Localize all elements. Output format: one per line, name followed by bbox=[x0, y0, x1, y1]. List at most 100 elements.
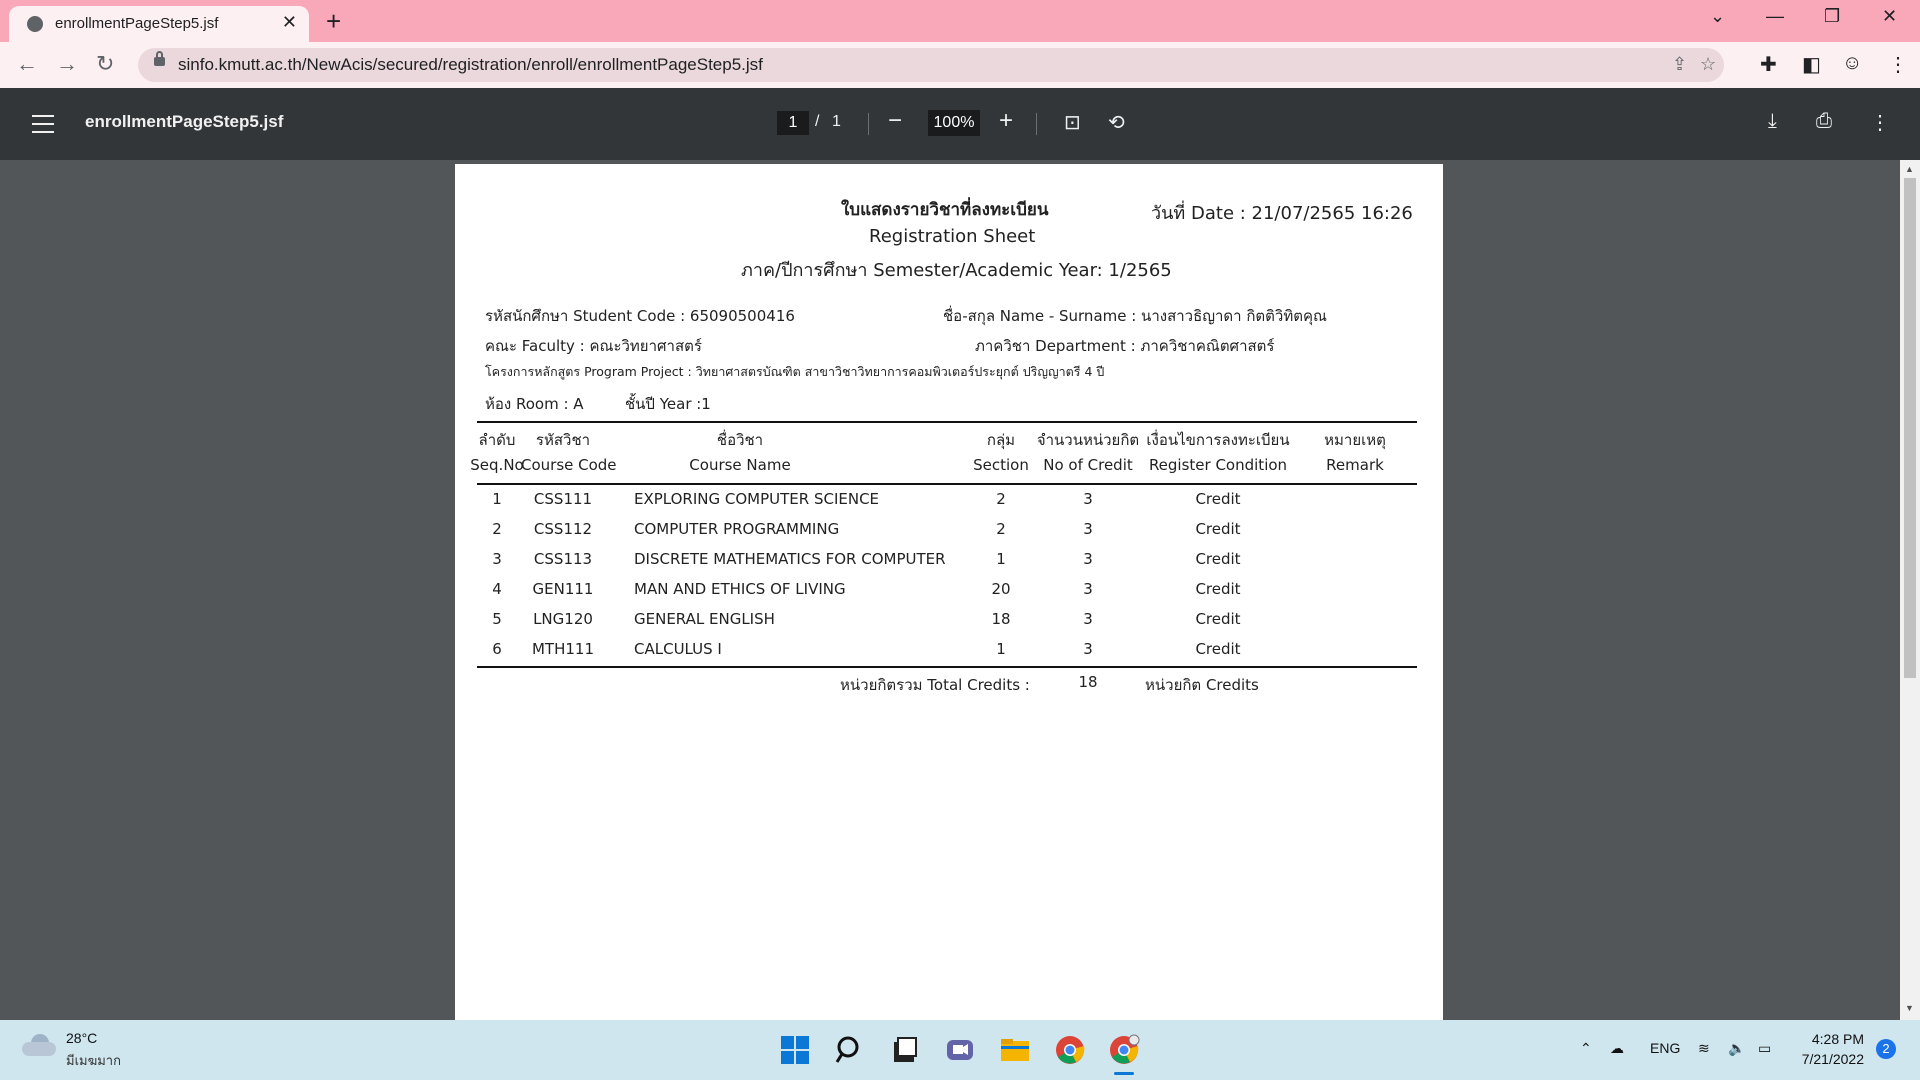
browser-toolbar: ← → ↻ sinfo.kmutt.ac.th/NewAcis/secured/… bbox=[0, 42, 1920, 88]
url-text: sinfo.kmutt.ac.th/NewAcis/secured/regist… bbox=[178, 55, 763, 74]
reload-button[interactable]: ↻ bbox=[96, 51, 114, 77]
header-credit: No of Credit bbox=[1043, 456, 1133, 474]
cell-condition: Credit bbox=[1195, 610, 1241, 628]
table-bottom-rule bbox=[477, 666, 1417, 668]
cloudy-weather-icon[interactable] bbox=[22, 1034, 56, 1056]
zoom-input[interactable]: 100% bbox=[928, 110, 980, 136]
active-app-indicator bbox=[1114, 1072, 1134, 1075]
file-explorer-icon[interactable] bbox=[999, 1034, 1031, 1066]
cell-course-name: CALCULUS I bbox=[634, 640, 722, 658]
total-credits-label: หน่วยกิตรวม Total Credits : bbox=[840, 676, 1030, 694]
cell-course-code: CSS111 bbox=[533, 490, 593, 508]
table-top-rule bbox=[477, 421, 1417, 423]
cell-condition: Credit bbox=[1195, 520, 1241, 538]
teams-chat-icon[interactable] bbox=[944, 1034, 976, 1066]
rotate-icon[interactable]: ⟲ bbox=[1108, 110, 1125, 135]
tab-title: enrollmentPageStep5.jsf bbox=[55, 15, 219, 32]
close-tab-icon[interactable]: ✕ bbox=[282, 12, 297, 33]
zoom-out-button[interactable]: − bbox=[888, 107, 902, 135]
document-title-thai: ใบแสดงรายวิชาที่ลงทะเบียน bbox=[841, 200, 1049, 220]
chrome-icon[interactable] bbox=[1054, 1034, 1086, 1066]
browser-tab[interactable]: enrollmentPageStep5.jsf ✕ bbox=[9, 6, 309, 42]
page-total: 1 bbox=[832, 113, 841, 130]
clock-date[interactable]: 7/21/2022 bbox=[1790, 1051, 1864, 1067]
input-language[interactable]: ENG bbox=[1650, 1040, 1680, 1056]
address-bar[interactable]: sinfo.kmutt.ac.th/NewAcis/secured/regist… bbox=[138, 48, 1724, 82]
cell-credit: 3 bbox=[1083, 520, 1093, 538]
wifi-icon[interactable]: ≋ bbox=[1698, 1040, 1710, 1057]
cell-credit: 3 bbox=[1083, 610, 1093, 628]
zoom-in-button[interactable]: + bbox=[999, 107, 1013, 135]
task-view-icon[interactable] bbox=[888, 1034, 920, 1066]
minimize-button[interactable]: — bbox=[1766, 6, 1784, 27]
battery-icon[interactable]: ▭ bbox=[1758, 1040, 1771, 1057]
volume-icon[interactable]: 🔈 bbox=[1728, 1040, 1745, 1057]
cell-seq: 6 bbox=[492, 640, 502, 658]
toolbar-divider bbox=[868, 113, 869, 135]
tab-search-chevron-icon[interactable]: ⌄ bbox=[1710, 6, 1725, 27]
cell-condition: Credit bbox=[1195, 580, 1241, 598]
program-project: โครงการหลักสูตร Program Project : วิทยาศ… bbox=[485, 364, 1105, 379]
header-name: Course Name bbox=[689, 456, 791, 474]
student-code: รหัสนักศึกษา Student Code : 65090500416 bbox=[485, 307, 795, 325]
bookmark-star-icon[interactable]: ☆ bbox=[1700, 54, 1716, 75]
cell-seq: 4 bbox=[492, 580, 502, 598]
header-section: Section bbox=[973, 456, 1029, 474]
chrome-menu-icon[interactable]: ⋮ bbox=[1888, 52, 1908, 77]
cell-seq: 1 bbox=[492, 490, 502, 508]
header-code: Course Code bbox=[521, 456, 617, 474]
scroll-down-arrow-icon[interactable]: ▼ bbox=[1905, 1003, 1914, 1013]
hamburger-menu-icon[interactable] bbox=[32, 115, 54, 133]
cell-credit: 3 bbox=[1083, 580, 1093, 598]
notification-badge[interactable]: 2 bbox=[1876, 1039, 1896, 1059]
more-options-icon[interactable]: ⋮ bbox=[1870, 110, 1890, 135]
vertical-scrollbar[interactable]: ▲ ▼ bbox=[1900, 160, 1920, 1020]
onedrive-cloud-icon[interactable]: ☁ bbox=[1610, 1040, 1624, 1057]
back-button[interactable]: ← bbox=[16, 51, 38, 77]
scrollbar-thumb[interactable] bbox=[1904, 178, 1916, 678]
cell-course-name: GENERAL ENGLISH bbox=[634, 610, 775, 628]
cell-course-code: LNG120 bbox=[533, 610, 593, 628]
profile-avatar[interactable]: ☺ bbox=[1842, 52, 1862, 75]
print-icon[interactable]: ⎙ bbox=[1816, 110, 1832, 133]
extensions-puzzle-icon[interactable]: ✚ bbox=[1760, 52, 1777, 77]
search-icon[interactable] bbox=[834, 1034, 866, 1066]
cell-course-code: MTH111 bbox=[531, 640, 594, 658]
forward-button[interactable]: → bbox=[56, 51, 78, 77]
taskbar: 28°C มีเมฆมาก ⌃ ☁ ENG ≋ 🔈 ▭ 4:28 PM 7/21… bbox=[0, 1020, 1920, 1080]
cell-section: 18 bbox=[991, 610, 1011, 628]
scroll-up-arrow-icon[interactable]: ▲ bbox=[1905, 164, 1914, 174]
header-name-th: ชื่อวิชา bbox=[716, 431, 764, 449]
weather-condition[interactable]: มีเมฆมาก bbox=[66, 1050, 121, 1071]
semester-line: ภาค/ปีการศึกษา Semester/Academic Year: 1… bbox=[741, 260, 1172, 281]
new-tab-button[interactable]: + bbox=[326, 6, 341, 36]
fit-page-icon[interactable]: ⊡ bbox=[1064, 110, 1081, 135]
cell-section: 1 bbox=[996, 550, 1006, 568]
toolbar-divider bbox=[1036, 113, 1037, 135]
restore-button[interactable]: ❐ bbox=[1824, 6, 1840, 27]
student-name: ชื่อ-สกุล Name - Surname : นางสาวธิญาดา … bbox=[943, 307, 1327, 325]
weather-temperature[interactable]: 28°C bbox=[66, 1030, 97, 1046]
cell-credit: 3 bbox=[1083, 550, 1093, 568]
cell-condition: Credit bbox=[1195, 550, 1241, 568]
cell-credit: 3 bbox=[1083, 490, 1093, 508]
clock-time[interactable]: 4:28 PM bbox=[1790, 1031, 1864, 1047]
chevron-up-icon[interactable]: ⌃ bbox=[1580, 1040, 1592, 1057]
header-section-th: กลุ่ม bbox=[986, 431, 1016, 449]
share-icon[interactable]: ⇪ bbox=[1672, 54, 1687, 75]
page-number-input[interactable]: 1 bbox=[777, 111, 809, 135]
header-remark-th: หมายเหตุ bbox=[1324, 431, 1386, 449]
print-date: วันที่ Date : 21/07/2565 16:26 bbox=[1151, 203, 1413, 224]
cell-course-code: CSS112 bbox=[533, 520, 593, 538]
chrome-profile-icon[interactable] bbox=[1108, 1034, 1140, 1066]
total-credits-unit: หน่วยกิต Credits bbox=[1145, 676, 1259, 694]
header-condition-th: เงื่อนไขการลงทะเบียน bbox=[1146, 431, 1290, 449]
cell-course-name: MAN AND ETHICS OF LIVING bbox=[634, 580, 846, 598]
side-panel-icon[interactable]: ◧ bbox=[1802, 52, 1821, 77]
download-icon[interactable]: ⤓ bbox=[1768, 110, 1777, 133]
close-window-button[interactable]: ✕ bbox=[1882, 6, 1897, 27]
cell-seq: 2 bbox=[492, 520, 502, 538]
windows-start-icon[interactable] bbox=[779, 1034, 811, 1066]
faculty: คณะ Faculty : คณะวิทยาศาสตร์ bbox=[485, 337, 702, 355]
cell-seq: 3 bbox=[492, 550, 502, 568]
